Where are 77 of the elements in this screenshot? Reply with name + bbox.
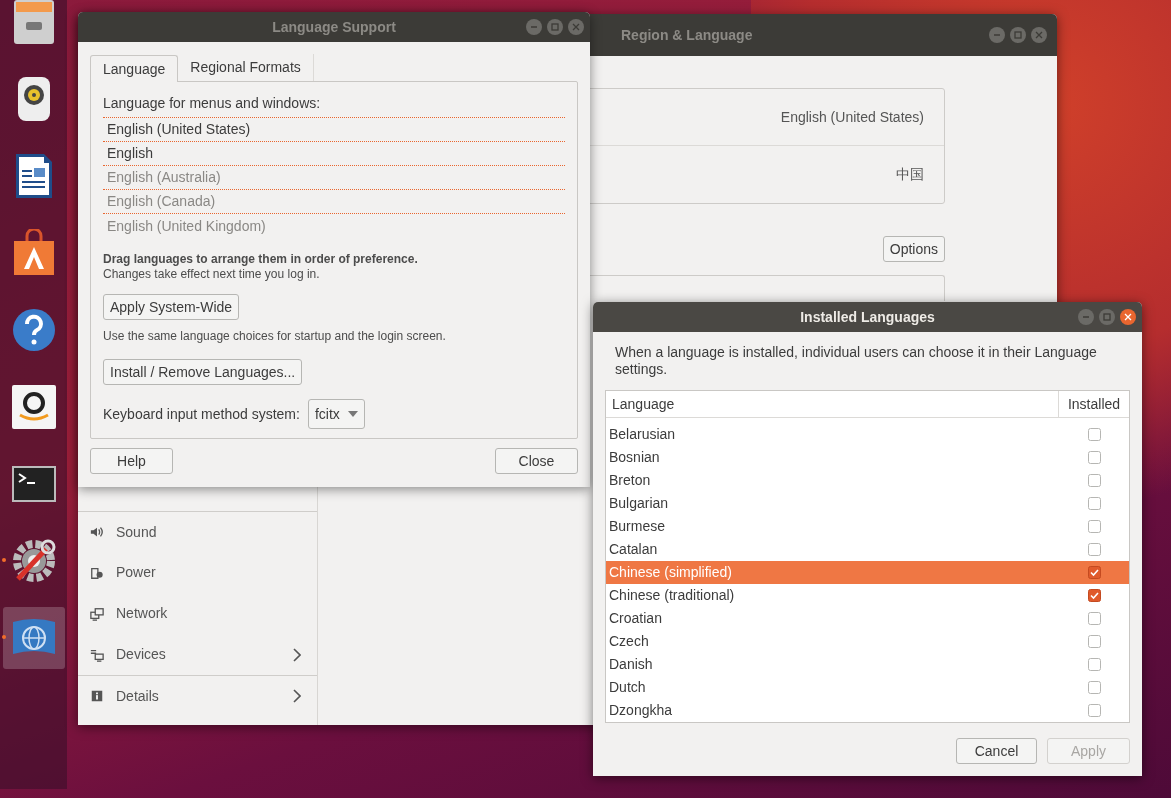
window-title: Installed Languages [800,307,935,327]
close-icon [1124,313,1132,321]
language-item[interactable]: English (United States) [103,118,565,142]
language-row[interactable]: Bosnian [606,446,1129,469]
language-row[interactable]: Bulgarian [606,492,1129,515]
maximize-icon [1103,313,1111,321]
language-row[interactable]: Danish [606,653,1129,676]
maximize-button[interactable] [1010,27,1026,43]
column-header[interactable]: Installed [1059,391,1129,417]
setting-value[interactable]: 中国 [896,164,924,185]
checkbox[interactable] [1087,681,1101,694]
window-title: Language Support [272,17,396,37]
tab[interactable]: Regional Formats [178,54,314,81]
window-title: Region & Language [621,25,753,45]
minimize-button[interactable] [989,27,1005,43]
minimize-icon [993,31,1001,39]
setting-value[interactable]: English (United States) [780,106,924,128]
drag-note: Drag languages to arrange them in order of preference. [103,252,419,267]
checkbox[interactable] [1087,543,1101,556]
checkbox[interactable] [1087,451,1101,464]
tab[interactable]: Language [90,55,179,82]
maximize-button[interactable] [547,19,563,35]
checkbox[interactable] [1087,474,1101,487]
minimize-icon [530,23,538,31]
speaker-icon [90,525,104,539]
info-icon [90,689,104,703]
language-row[interactable]: Dutch [606,676,1129,699]
cancel-button[interactable]: Cancel [956,738,1037,764]
close-icon [1035,31,1043,39]
maximize-icon [1014,31,1022,39]
checkbox[interactable] [1087,658,1101,671]
language-row[interactable]: Catalan [606,538,1129,561]
checkbox[interactable] [1087,566,1101,579]
language-row[interactable]: Breton [606,469,1129,492]
language-row[interactable]: Dzongkha [606,699,1129,722]
devices-icon [90,647,104,662]
checkbox[interactable] [1087,635,1101,648]
language-row[interactable]: Chinese (traditional) [606,584,1129,607]
input-method-label: Keyboard input method system: [103,404,300,424]
language-row[interactable]: Belarusian [606,423,1129,446]
install-remove-button[interactable]: Install / Remove Languages... [103,359,303,385]
dock-item[interactable] [2,607,65,669]
sidebar-item[interactable]: Details [78,675,317,716]
sidebar-item[interactable]: Devices [78,634,317,675]
apply-note: Use the same language choices for startup and the login screen. [103,328,447,345]
sidebar-item[interactable]: Power [78,552,317,593]
dropdown-caret-icon [347,411,358,417]
apply-system-wide-button[interactable]: Apply System-Wide [103,294,240,320]
options-button[interactable]: Options [882,236,945,262]
close-button[interactable]: Close [495,448,578,474]
language-item[interactable]: English [103,142,565,166]
minimize-icon [1082,313,1090,321]
language-row[interactable]: Burmese [606,515,1129,538]
sidebar-item[interactable]: Sound [78,511,317,552]
language-row[interactable]: Czech [606,630,1129,653]
checkbox[interactable] [1087,612,1101,625]
checkbox[interactable] [1087,520,1101,533]
changes-note: Changes take effect next time you log in. [103,267,321,282]
checkbox[interactable] [1087,428,1101,441]
maximize-icon [551,23,559,31]
minimize-button[interactable] [1078,309,1094,325]
language-row[interactable]: Croatian [606,607,1129,630]
section-heading: Language for menus and windows: [103,94,322,112]
checkbox[interactable] [1087,589,1101,602]
input-method-dropdown[interactable]: fcitx [307,399,365,429]
maximize-button[interactable] [1099,309,1115,325]
close-icon [572,23,580,31]
close-button[interactable] [1120,309,1136,325]
help-button[interactable]: Help [90,448,173,474]
checkbox[interactable] [1087,497,1101,510]
network-icon [90,606,104,621]
sidebar-item[interactable]: Network [78,593,317,634]
checkbox[interactable] [1087,704,1101,717]
minimize-button[interactable] [526,19,542,35]
description: When a language is installed, individual users can choose it in their Language settings. [614,343,1098,378]
battery-plug-icon [90,565,104,580]
column-header[interactable]: Language [606,391,1059,417]
